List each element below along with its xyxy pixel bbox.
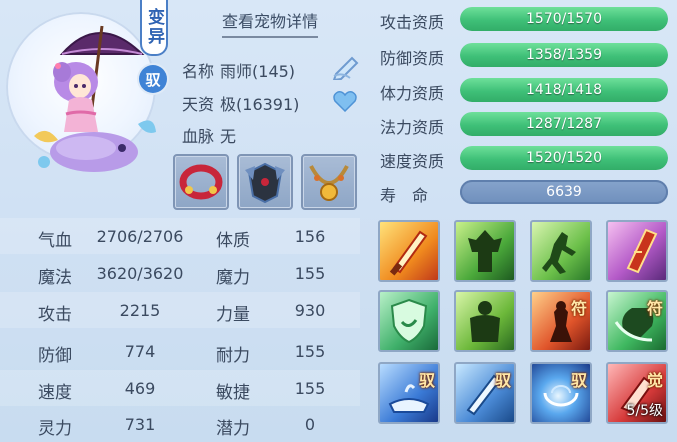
stat-value: 774 [124, 342, 156, 361]
equip-slot-collar[interactable] [173, 154, 229, 210]
stat-label: 潜力 [216, 419, 250, 439]
rename-pencil-icon[interactable] [330, 54, 362, 80]
equip-slot-armor[interactable] [237, 154, 293, 210]
aptitude-value: 1418/1418 [526, 82, 602, 98]
equip-slot-necklace[interactable] [301, 154, 357, 210]
stat-row: 灵力 731 潜力 0 [0, 406, 360, 442]
aptitude-label: 防御资质 [380, 49, 445, 68]
stat-value: 2706/2706 [96, 227, 184, 246]
aptitude-value: 1358/1359 [526, 47, 602, 63]
stat-row: 攻击 2215 力量 930 [0, 292, 360, 328]
talent-label: 天资 [182, 95, 215, 114]
lightning-blade-skill-icon[interactable] [606, 220, 668, 282]
view-pet-details-link[interactable]: 查看宠物详情 [222, 8, 319, 38]
ice-sword-skill-icon[interactable]: 驭 [454, 362, 516, 424]
whirlwind-fist-skill-icon[interactable]: 符 [606, 290, 668, 352]
running-warrior-skill-icon[interactable] [530, 220, 592, 282]
lifespan-label: 寿 命 [380, 186, 429, 205]
tamed-badge: 驭 [139, 65, 167, 93]
health-aptitude-bar: 1418/1418 [460, 78, 668, 102]
awakening-skill-icon[interactable]: 觉 5/5级 [606, 362, 668, 424]
stat-value: 469 [124, 379, 156, 398]
aptitude-value: 1570/1570 [526, 11, 602, 27]
stat-value: 155 [294, 342, 326, 361]
red-collar-icon [179, 164, 223, 200]
stat-label: 防御 [38, 346, 72, 366]
sword-icon [389, 230, 428, 276]
aptitude-label: 法力资质 [380, 118, 445, 137]
aptitude-label: 体力资质 [380, 84, 445, 103]
dark-armor-icon [245, 162, 285, 204]
stat-value: 155 [294, 379, 326, 398]
favorite-heart-icon[interactable] [333, 90, 357, 112]
stat-label: 体质 [216, 231, 250, 251]
aptitude-value: 1287/1287 [526, 116, 602, 132]
blade-icon [626, 228, 658, 274]
aptitude-label: 攻击资质 [380, 13, 445, 32]
fire-warrior-skill-icon[interactable]: 符 [530, 290, 592, 352]
talent-value: 极(16391) [220, 95, 300, 114]
stat-label: 灵力 [38, 419, 72, 439]
stat-label: 气血 [38, 231, 72, 251]
shield-icon [390, 298, 428, 344]
pet-name-row: 名称 雨师(145) [182, 58, 295, 82]
stat-label: 耐力 [216, 346, 250, 366]
stat-value: 731 [124, 415, 156, 434]
stat-label: 力量 [216, 305, 250, 325]
skill-tag: 符 [646, 299, 663, 318]
vortex-skill-icon[interactable]: 驭 [530, 362, 592, 424]
green-giant-skill-icon[interactable] [454, 220, 516, 282]
pet-bloodline-row: 血脉无 [182, 123, 236, 147]
stat-row: 气血 2706/2706 体质 156 [0, 218, 360, 254]
giant-icon [468, 230, 502, 272]
magic-aptitude-bar: 1287/1287 [460, 112, 668, 136]
skill-tag: 驭 [418, 371, 435, 390]
name-label: 名称 [182, 62, 215, 81]
stat-row: 魔法 3620/3620 魔力 155 [0, 255, 360, 291]
name-value: 雨师(145) [220, 62, 296, 81]
stat-label: 速度 [38, 383, 72, 403]
stat-value: 930 [294, 301, 326, 320]
gold-necklace-icon [309, 165, 349, 201]
skill-tag: 觉 [646, 371, 663, 390]
skill-tag: 符 [570, 299, 587, 318]
skill-level: 5/5级 [626, 403, 663, 419]
runner-icon [542, 232, 576, 274]
bloodline-value: 无 [220, 127, 237, 146]
skill-tag: 驭 [570, 371, 587, 390]
stat-row: 速度 469 敏捷 155 [0, 370, 360, 406]
stat-label: 魔力 [216, 268, 250, 288]
stat-value: 3620/3620 [96, 264, 184, 283]
shield-skill-icon[interactable] [378, 290, 440, 352]
lifespan-value: 6639 [546, 184, 582, 200]
defense-aptitude-bar: 1358/1359 [460, 43, 668, 67]
aptitude-value: 1520/1520 [526, 150, 602, 166]
stat-label: 敏捷 [216, 383, 250, 403]
water-lamp-skill-icon[interactable]: 驭 [378, 362, 440, 424]
stat-label: 攻击 [38, 305, 72, 325]
mutation-badge: 变异 [140, 0, 168, 56]
stat-label: 魔法 [38, 268, 72, 288]
stat-value: 156 [294, 227, 326, 246]
pet-avatar[interactable]: 变异 驭 [4, 0, 168, 210]
aptitude-label: 速度资质 [380, 152, 445, 171]
stat-row: 防御 774 耐力 155 [0, 333, 360, 369]
stat-value: 2215 [119, 301, 161, 320]
flaming-sword-skill-icon[interactable] [378, 220, 440, 282]
speed-aptitude-bar: 1520/1520 [460, 146, 668, 170]
skill-tag: 驭 [494, 371, 511, 390]
hulk-skill-icon[interactable] [454, 290, 516, 352]
mutation-badge-text: 变异 [144, 8, 164, 46]
stat-value: 155 [294, 264, 326, 283]
pet-talent-row: 天资 极(16391) [182, 91, 299, 115]
hulk-icon [470, 301, 500, 342]
bloodline-label: 血脉 [182, 127, 215, 146]
stat-value: 0 [304, 415, 316, 434]
lifespan-bar: 6639 [460, 180, 668, 204]
attack-aptitude-bar: 1570/1570 [460, 7, 668, 31]
